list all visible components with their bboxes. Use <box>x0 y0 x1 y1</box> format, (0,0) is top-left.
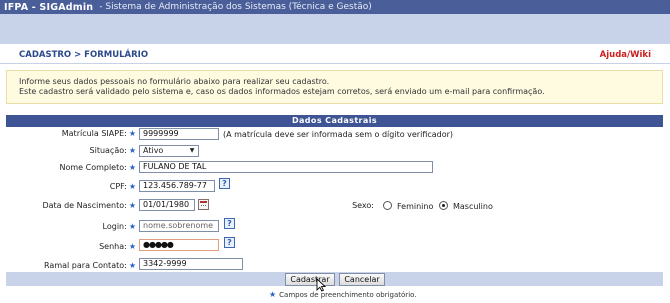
system-name: IFPA - SIGAdmin <box>4 1 94 13</box>
ramal-label: Ramal para Contato: ★ <box>30 261 136 270</box>
matricula-hint: (A matrícula deve ser informada sem o dí… <box>223 130 454 139</box>
cpf-label: CPF: ★ <box>30 182 136 191</box>
required-star-icon: ★ <box>128 129 136 138</box>
system-description: - Sistema de Administração dos Sistemas … <box>99 2 372 12</box>
login-label: Login: ★ <box>30 222 136 231</box>
situacao-label-text: Situação: <box>89 146 127 155</box>
required-star-icon: ★ <box>128 201 136 210</box>
sexo-masculino-radio[interactable] <box>439 201 448 210</box>
nascimento-label-text: Data de Nascimento: <box>42 201 127 210</box>
required-star-icon: ★ <box>128 222 136 231</box>
required-star-icon: ★ <box>128 261 136 270</box>
system-header: IFPA - SIGAdmin - Sistema de Administraç… <box>0 0 670 14</box>
required-star-icon: ★ <box>128 242 136 251</box>
login-help-icon[interactable]: ? <box>224 218 235 229</box>
form-title: Dados Cadastrais <box>6 115 663 127</box>
breadcrumb: CADASTRO > FORMULÁRIO <box>19 50 149 60</box>
situacao-label: Situação: ★ <box>30 146 136 155</box>
login-label-text: Login: <box>102 222 127 231</box>
login-input[interactable]: nome.sobrenome <box>139 220 219 232</box>
nome-label-text: Nome Completo: <box>59 163 127 172</box>
required-star-icon: ★ <box>128 146 136 155</box>
sub-header: CADASTRO > FORMULÁRIO Ajuda/Wiki <box>0 44 670 64</box>
sexo-feminino-radio[interactable] <box>383 201 392 210</box>
calendar-icon[interactable] <box>198 199 209 210</box>
senha-label-text: Senha: <box>99 242 127 251</box>
ramal-input[interactable]: 3342-9999 <box>139 258 243 270</box>
help-link[interactable]: Ajuda/Wiki <box>600 50 651 60</box>
header-band <box>0 14 670 44</box>
info-box: Informe seus dados pessoais no formulári… <box>6 70 663 104</box>
cpf-help-icon[interactable]: ? <box>219 178 230 189</box>
nome-label: Nome Completo: ★ <box>30 163 136 172</box>
cpf-input[interactable]: 123.456.789-77 <box>139 180 215 192</box>
sexo-masculino-label: Masculino <box>453 202 493 211</box>
required-legend: ★ Campos de preenchimento obrigatório. <box>267 290 417 299</box>
sexo-label: Sexo: <box>352 201 374 210</box>
nascimento-input[interactable]: 01/01/1980 <box>139 199 195 211</box>
ramal-label-text: Ramal para Contato: <box>44 261 127 270</box>
required-star-icon: ★ <box>128 163 136 172</box>
situacao-select[interactable]: Ativo ▼ <box>139 145 199 157</box>
chevron-down-icon: ▼ <box>189 147 195 154</box>
senha-input[interactable]: ●●●●● <box>139 239 219 251</box>
sexo-feminino-label: Feminino <box>397 202 434 211</box>
required-legend-text: Campos de preenchimento obrigatório. <box>279 291 417 299</box>
nascimento-label: Data de Nascimento: ★ <box>30 201 136 210</box>
info-line-1: Informe seus dados pessoais no formulári… <box>19 77 330 86</box>
info-line-2: Este cadastro será validado pelo sistema… <box>19 87 545 96</box>
senha-help-icon[interactable]: ? <box>224 237 235 248</box>
situacao-selected-value: Ativo <box>143 146 164 155</box>
cpf-label-text: CPF: <box>109 182 127 191</box>
required-star-icon: ★ <box>269 290 277 299</box>
senha-label: Senha: ★ <box>30 242 136 251</box>
matricula-label-text: Matrícula SIAPE: <box>61 129 127 138</box>
cancelar-button[interactable]: Cancelar <box>339 273 385 286</box>
matricula-label: Matrícula SIAPE: ★ <box>30 129 136 138</box>
nome-input[interactable]: FULANO DE TAL <box>139 161 433 173</box>
required-star-icon: ★ <box>128 182 136 191</box>
matricula-input[interactable]: 9999999 <box>139 128 219 140</box>
cadastrar-button[interactable]: Cadastrar <box>285 273 335 286</box>
